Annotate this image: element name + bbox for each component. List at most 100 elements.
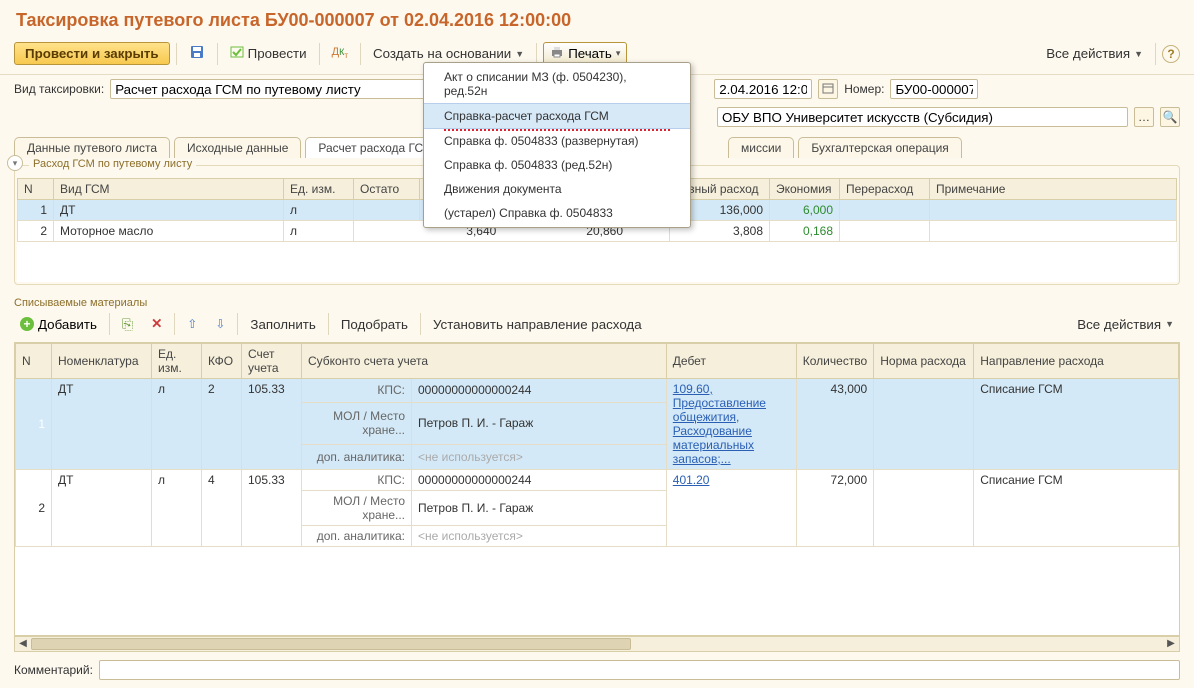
delete-button[interactable]: ✕ <box>145 313 168 335</box>
pick-button[interactable]: Подобрать <box>335 314 414 335</box>
col-note[interactable]: Примечание <box>930 179 1177 200</box>
cell-debit[interactable]: 401.20 <box>673 473 710 487</box>
create-based-button[interactable]: Создать на основании ▼ <box>367 43 530 64</box>
cell-n: 2 <box>16 469 52 546</box>
col-unit[interactable]: Ед. изм. <box>284 179 354 200</box>
col2-unit[interactable]: Ед. изм. <box>152 343 202 378</box>
cell-dir: Списание ГСМ <box>974 378 1179 469</box>
cell-qty: 72,000 <box>796 469 873 546</box>
materials-row[interactable]: 1 ДТ л 2 105.33 КПС: 00000000000000244 1… <box>16 378 1179 403</box>
print-menu: Акт о списании МЗ (ф. 0504230), ред.52н … <box>423 62 691 228</box>
org-select-button[interactable]: … <box>1134 107 1154 127</box>
col2-norm[interactable]: Норма расхода <box>874 343 974 378</box>
chevron-down-icon: ▼ <box>1134 49 1143 59</box>
col2-qty[interactable]: Количество <box>796 343 873 378</box>
number-input[interactable] <box>890 79 978 99</box>
cell-unit: л <box>152 469 202 546</box>
cell-dir: Списание ГСМ <box>974 469 1179 546</box>
magnifier-icon: 🔍 <box>1163 110 1178 124</box>
move-up-button[interactable]: ⇧ <box>181 314 203 334</box>
arrow-down-icon: ⇩ <box>215 317 225 331</box>
help-button[interactable]: ? <box>1162 45 1180 63</box>
col2-acct[interactable]: Счет учета <box>242 343 302 378</box>
collapse-button[interactable]: ▾ <box>7 155 23 171</box>
cell-nom: ДТ <box>52 378 152 469</box>
materials-row[interactable]: 2 ДТ л 4 105.33 КПС: 00000000000000244 4… <box>16 469 1179 490</box>
scroll-right-icon[interactable]: ▶ <box>1163 638 1179 649</box>
menu-item-spravka-full[interactable]: Справка ф. 0504833 (развернутая) <box>424 129 690 153</box>
cell-unit: л <box>284 200 354 221</box>
page-title: Таксировка путевого листа БУ00-000007 от… <box>0 0 1194 39</box>
cell-debit[interactable]: 109.60, Предоставление общежития, Расход… <box>673 382 766 466</box>
label-mol: МОЛ / Место хране... <box>302 490 412 525</box>
dt-kt-button[interactable]: ДКт <box>326 43 354 63</box>
pick-label: Подобрать <box>341 317 408 332</box>
tab-waybill-data[interactable]: Данные путевого листа <box>14 137 170 158</box>
col2-dir[interactable]: Направление расхода <box>974 343 1179 378</box>
all-actions-label: Все действия <box>1077 317 1161 332</box>
cell-kps: 00000000000000244 <box>412 469 667 490</box>
col2-subkonto[interactable]: Субконто счета учета <box>302 343 667 378</box>
org-open-button[interactable]: 🔍 <box>1160 107 1180 127</box>
col-over[interactable]: Перерасход <box>840 179 930 200</box>
set-direction-button[interactable]: Установить направление расхода <box>427 314 648 335</box>
menu-item-spravka-52[interactable]: Справка ф. 0504833 (ред.52н) <box>424 153 690 177</box>
cell-unit: л <box>152 378 202 469</box>
cell-kps: 00000000000000244 <box>412 378 667 403</box>
chevron-down-icon: ▼ <box>515 49 524 59</box>
type-label: Вид таксировки: <box>14 82 104 96</box>
cell-dop: <не используется> <box>412 444 667 469</box>
fill-button[interactable]: Заполнить <box>244 314 321 335</box>
date-input[interactable] <box>714 79 812 99</box>
menu-item-act[interactable]: Акт о списании МЗ (ф. 0504230), ред.52н <box>424 65 690 103</box>
tab-commission[interactable]: миссии <box>728 137 794 158</box>
col-econ[interactable]: Экономия <box>770 179 840 200</box>
arrow-up-icon: ⇧ <box>187 317 197 331</box>
move-down-button[interactable]: ⇩ <box>209 314 231 334</box>
tab-accounting[interactable]: Бухгалтерская операция <box>798 137 961 158</box>
col-n[interactable]: N <box>18 179 54 200</box>
col2-n[interactable]: N <box>16 343 52 378</box>
label-dop: доп. аналитика: <box>302 525 412 546</box>
setdir-label: Установить направление расхода <box>433 317 642 332</box>
materials-toolbar: + Добавить ⎘ ✕ ⇧ ⇩ Заполнить Подобрать У… <box>0 311 1194 342</box>
org-input[interactable] <box>717 107 1128 127</box>
col-ostatok[interactable]: Остато <box>354 179 420 200</box>
print-icon <box>550 45 564 62</box>
cell-gsm: ДТ <box>54 200 284 221</box>
copy-button[interactable]: ⎘ <box>116 313 139 336</box>
comment-label: Комментарий: <box>14 663 93 677</box>
plus-icon: + <box>20 317 34 331</box>
chevron-down-icon: ▼ <box>1165 319 1174 329</box>
number-label: Номер: <box>844 82 884 96</box>
col2-kfo[interactable]: КФО <box>202 343 242 378</box>
cell-norm <box>874 378 974 469</box>
post-and-close-button[interactable]: Провести и закрыть <box>14 42 170 65</box>
menu-item-spravka-gsm[interactable]: Справка-расчет расхода ГСМ <box>424 103 690 129</box>
create-based-label: Создать на основании <box>373 46 511 61</box>
tab-source-data[interactable]: Исходные данные <box>174 137 301 158</box>
col-gsm[interactable]: Вид ГСМ <box>54 179 284 200</box>
materials-label: Списываемые материалы <box>0 289 1194 311</box>
add-label: Добавить <box>38 317 97 332</box>
col2-debit[interactable]: Дебет <box>666 343 796 378</box>
calendar-button[interactable] <box>818 79 838 99</box>
cell-dop: <не используется> <box>412 525 667 546</box>
type-input[interactable] <box>110 79 432 99</box>
menu-item-old-spravka[interactable]: (устарел) Справка ф. 0504833 <box>424 201 690 225</box>
post-button[interactable]: Провести <box>224 42 313 65</box>
col2-nom[interactable]: Номенклатура <box>52 343 152 378</box>
cell-qty: 43,000 <box>796 378 873 469</box>
label-kps: КПС: <box>302 378 412 403</box>
comment-input[interactable] <box>99 660 1180 680</box>
h-scrollbar[interactable]: ◀ ▶ <box>14 636 1180 652</box>
scroll-thumb[interactable] <box>31 638 631 650</box>
fill-label: Заполнить <box>250 317 315 332</box>
save-button[interactable] <box>183 41 211 66</box>
all-actions-button[interactable]: Все действия ▼ <box>1040 43 1149 64</box>
cell-n: 1 <box>16 378 52 469</box>
all-actions-button-2[interactable]: Все действия ▼ <box>1071 314 1180 335</box>
scroll-left-icon[interactable]: ◀ <box>15 638 31 649</box>
add-button[interactable]: + Добавить <box>14 314 103 335</box>
menu-item-movements[interactable]: Движения документа <box>424 177 690 201</box>
